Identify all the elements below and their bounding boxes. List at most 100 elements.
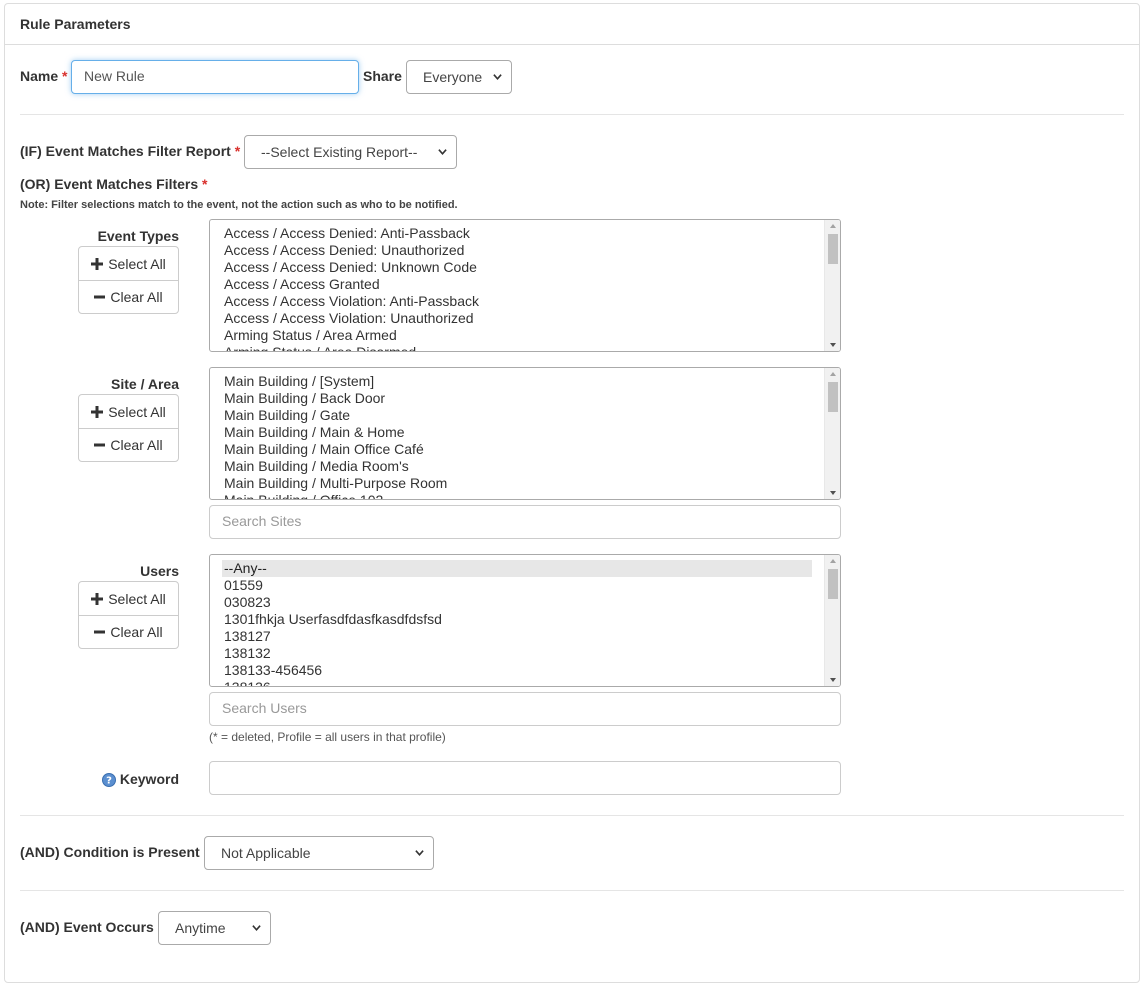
list-option[interactable]: 030823 (210, 594, 824, 611)
list-option[interactable]: Arming Status / Area Disarmed (210, 344, 824, 351)
event-types-listbox[interactable]: Access / Access Denied: Anti-Passback Acc… (209, 219, 841, 352)
event-types-button-group: Select All Clear All (78, 246, 179, 314)
search-users-input[interactable]: Search Users (209, 692, 841, 726)
condition-select-value: Not Applicable (221, 845, 311, 861)
users-select-all-button[interactable]: Select All (79, 582, 178, 615)
name-label-text: Name (20, 68, 59, 84)
list-option[interactable]: 1301fhkja Userfasdfdasfkasdfdsfsd (210, 611, 824, 628)
event-types-scrollbar[interactable] (824, 220, 840, 351)
scrollbar-thumb[interactable] (828, 382, 838, 412)
filter-report-label: (IF) Event Matches Filter Report * (20, 143, 240, 159)
filters-note: Note: Filter selections match to the eve… (20, 199, 458, 211)
divider (20, 114, 1124, 115)
list-option[interactable]: Main Building / Main Office Café (210, 441, 824, 458)
event-types-options: Access / Access Denied: Anti-Passback Acc… (210, 225, 824, 351)
condition-select[interactable]: Not Applicable (204, 836, 434, 870)
filter-report-label-text: (IF) Event Matches Filter Report (20, 143, 231, 159)
list-option[interactable]: 138132 (210, 645, 824, 662)
select-all-label: Select All (108, 255, 166, 272)
select-all-label: Select All (108, 590, 166, 607)
event-occurs-select-value: Anytime (175, 920, 226, 936)
site-area-options: Main Building / [System] Main Building / … (210, 373, 824, 499)
users-scrollbar[interactable] (824, 555, 840, 686)
list-option[interactable]: Access / Access Granted (210, 276, 824, 293)
keyword-input[interactable] (209, 761, 841, 795)
site-area-scrollbar[interactable] (824, 368, 840, 499)
list-option[interactable]: Main Building / [System] (210, 373, 824, 390)
chevron-down-icon (493, 74, 502, 80)
chevron-down-icon (438, 149, 447, 155)
list-option[interactable]: 01559 (210, 577, 824, 594)
list-option[interactable]: 138136 (210, 679, 824, 686)
event-occurs-label: (AND) Event Occurs (20, 919, 154, 935)
plus-icon (91, 592, 104, 605)
name-required-mark: * (62, 68, 68, 84)
chevron-down-icon (252, 925, 261, 931)
minus-icon (94, 295, 106, 299)
svg-text:?: ? (106, 776, 112, 787)
clear-all-label: Clear All (110, 624, 163, 640)
clear-all-label: Clear All (110, 437, 163, 453)
users-listbox[interactable]: --Any-- 01559 030823 1301fhkja Userfasdfdas… (209, 554, 841, 687)
site-area-select-all-button[interactable]: Select All (79, 395, 178, 428)
event-types-clear-all-button[interactable]: Clear All (79, 280, 178, 313)
chevron-down-icon (415, 850, 424, 856)
name-input[interactable]: New Rule (71, 60, 359, 94)
share-select[interactable]: Everyone (406, 60, 512, 94)
users-clear-all-button[interactable]: Clear All (79, 615, 178, 648)
panel-title: Rule Parameters (5, 4, 1139, 45)
scroll-up-icon[interactable] (829, 223, 837, 229)
scroll-down-icon[interactable] (829, 342, 837, 348)
site-area-button-group: Select All Clear All (78, 394, 179, 462)
list-option[interactable]: Access / Access Denied: Unknown Code (210, 259, 824, 276)
list-option[interactable]: Access / Access Violation: Unauthorized (210, 310, 824, 327)
scroll-down-icon[interactable] (829, 490, 837, 496)
select-all-label: Select All (108, 403, 166, 420)
scroll-down-icon[interactable] (829, 677, 837, 683)
scroll-up-icon[interactable] (829, 371, 837, 377)
list-option[interactable]: Access / Access Denied: Anti-Passback (210, 225, 824, 242)
divider (20, 815, 1124, 816)
scrollbar-thumb[interactable] (828, 569, 838, 599)
scroll-up-icon[interactable] (829, 558, 837, 564)
list-option[interactable]: Main Building / Main & Home (210, 424, 824, 441)
keyword-label-text: Keyword (119, 770, 179, 787)
list-option[interactable]: Main Building / Media Room's (210, 458, 824, 475)
filters-label-text: (OR) Event Matches Filters (20, 176, 199, 192)
site-area-listbox[interactable]: Main Building / [System] Main Building / … (209, 367, 841, 500)
list-option[interactable]: Arming Status / Area Armed (210, 327, 824, 344)
keyword-label: ? Keyword (101, 770, 179, 787)
users-hint: (* = deleted, Profile = all users in tha… (209, 730, 446, 744)
site-area-label: Site / Area (111, 376, 179, 392)
name-label: Name * (20, 68, 67, 84)
list-option[interactable]: --Any-- (222, 560, 812, 577)
users-options: --Any-- 01559 030823 1301fhkja Userfasdfdas… (210, 560, 824, 686)
search-sites-input[interactable]: Search Sites (209, 505, 841, 539)
list-option[interactable]: 138133-456456 (210, 662, 824, 679)
site-area-clear-all-button[interactable]: Clear All (79, 428, 178, 461)
clear-all-label: Clear All (110, 289, 163, 305)
event-occurs-select[interactable]: Anytime (158, 911, 271, 945)
filter-report-required-mark: * (234, 143, 241, 159)
list-option[interactable]: 138127 (210, 628, 824, 645)
list-option[interactable]: Access / Access Violation: Anti-Passback (210, 293, 824, 310)
list-option[interactable]: Main Building / Office 102 (210, 492, 824, 499)
list-option[interactable]: Main Building / Gate (210, 407, 824, 424)
minus-icon (94, 630, 106, 634)
share-label: Share (363, 68, 402, 84)
scrollbar-thumb[interactable] (828, 234, 838, 264)
share-select-value: Everyone (423, 69, 483, 85)
event-types-select-all-button[interactable]: Select All (79, 247, 178, 280)
filters-label: (OR) Event Matches Filters * (20, 176, 208, 192)
list-option[interactable]: Access / Access Denied: Unauthorized (210, 242, 824, 259)
filters-required-mark: * (202, 176, 208, 192)
help-icon[interactable]: ? (101, 773, 116, 787)
minus-icon (94, 443, 106, 447)
filter-report-select[interactable]: --Select Existing Report-- (244, 135, 457, 169)
filter-report-select-value: --Select Existing Report-- (261, 144, 418, 160)
list-option[interactable]: Main Building / Back Door (210, 390, 824, 407)
list-option[interactable]: Main Building / Multi-Purpose Room (210, 475, 824, 492)
event-types-label: Event Types (97, 228, 179, 244)
users-button-group: Select All Clear All (78, 581, 179, 649)
users-label: Users (140, 563, 179, 579)
